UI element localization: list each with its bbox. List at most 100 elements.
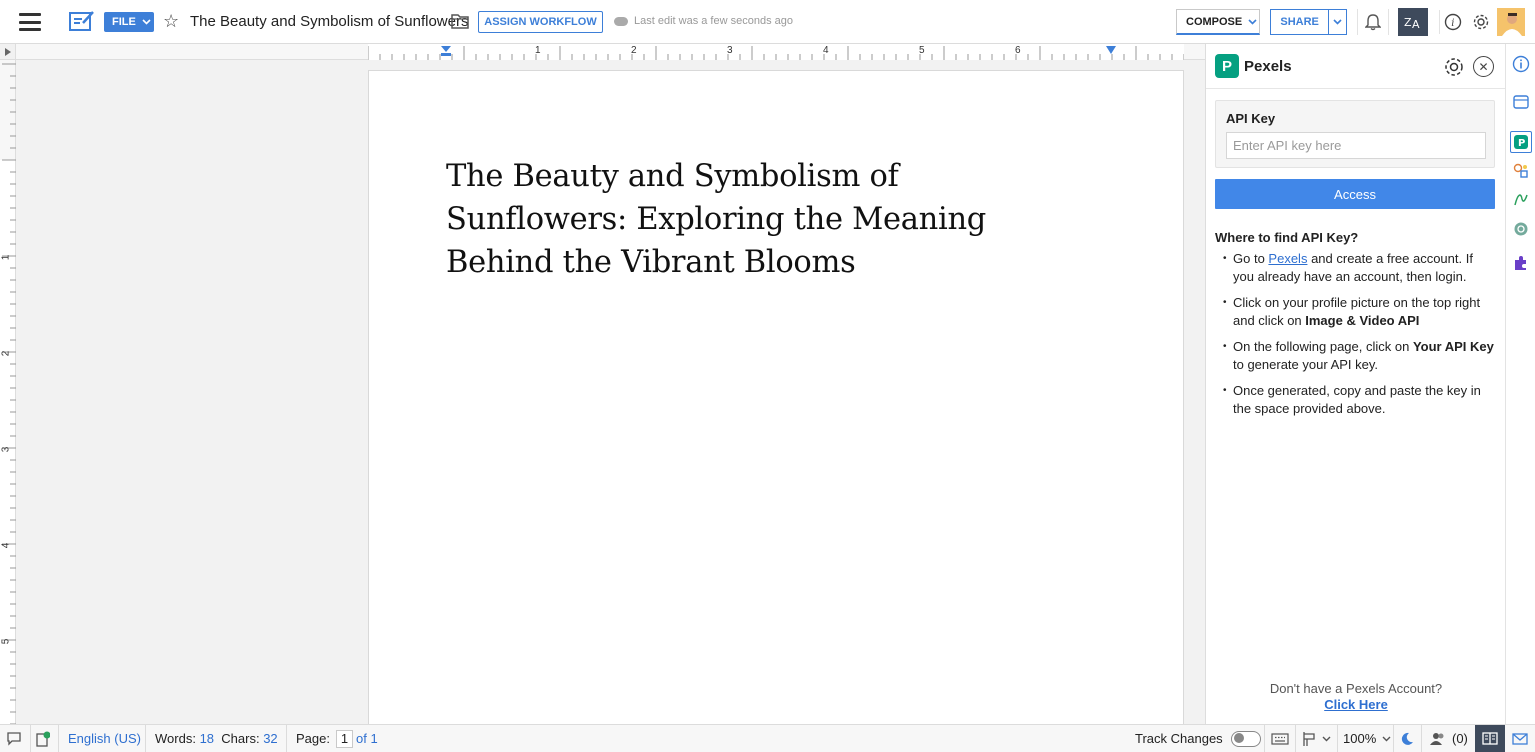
left-indent-marker[interactable] [440, 45, 452, 57]
document-canvas[interactable]: The Beauty and Symbolism of Sunflowers: … [16, 60, 1205, 724]
puzzle-icon[interactable] [1511, 253, 1531, 273]
star-icon[interactable]: ☆ [163, 11, 181, 31]
mail-icon[interactable] [1512, 725, 1528, 752]
language-selector[interactable]: English (US) [68, 725, 141, 752]
step-text: On the following page, click on [1233, 339, 1413, 354]
ruler-label: 6 [1015, 45, 1021, 56]
right-indent-marker[interactable] [1105, 45, 1117, 57]
bell-icon[interactable] [1357, 9, 1389, 35]
ruler-label: 2 [631, 45, 637, 56]
zoom-value: 100% [1343, 731, 1377, 746]
svg-text:P: P [1518, 138, 1525, 149]
pexels-panel: P Pexels ✕ API Key Access Where to find … [1205, 44, 1506, 724]
page-navigator: Page: 1 of 1 [296, 725, 378, 752]
signature-extension-icon[interactable] [1511, 189, 1531, 209]
list-item: On the following page, click on Your API… [1215, 338, 1497, 374]
info-icon[interactable]: i [1439, 10, 1465, 34]
words-value: 18 [199, 731, 215, 746]
page-number-input[interactable]: 1 [335, 729, 353, 748]
pexels-link[interactable]: Pexels [1268, 251, 1307, 266]
list-item: Click on your profile picture on the top… [1215, 294, 1497, 330]
translate-icon[interactable]: ZA [1398, 8, 1428, 36]
avatar[interactable] [1497, 8, 1525, 36]
top-toolbar: FILE ☆ The Beauty and Symbolism of Sunfl… [0, 0, 1535, 44]
toggle-switch[interactable] [1230, 730, 1261, 747]
assign-workflow-button[interactable]: ASSIGN WORKFLOW [478, 11, 603, 33]
page-label: Page: [296, 731, 330, 746]
share-dropdown[interactable] [1329, 19, 1346, 25]
svg-text:A: A [1412, 18, 1420, 30]
pexels-logo-icon: P [1215, 54, 1239, 78]
track-changes-toggle[interactable]: Track Changes [1135, 725, 1261, 752]
share-label[interactable]: SHARE [1271, 10, 1330, 34]
list-item: Go to Pexels and create a free account. … [1215, 250, 1497, 286]
extensions-sidebar: P [1505, 44, 1535, 724]
ruler-label: 2 [0, 350, 12, 357]
words-label: Words: [155, 731, 196, 746]
night-mode-icon[interactable] [1400, 725, 1414, 752]
file-menu-button[interactable]: FILE [104, 12, 154, 32]
read-mode-icon[interactable] [1475, 725, 1505, 752]
no-account-text: Don't have a Pexels Account? [1269, 681, 1443, 696]
chat-icon[interactable] [6, 725, 24, 752]
chevron-down-icon [1322, 736, 1331, 741]
collaborators-count: (0) [1452, 731, 1468, 746]
ruler-corner[interactable] [0, 44, 16, 60]
layout-icon [1303, 731, 1315, 746]
step-bold-text: Image & Video API [1305, 313, 1420, 328]
gear-icon[interactable] [1468, 10, 1494, 34]
writer-logo-icon[interactable] [69, 10, 95, 32]
ruler-active-area [367, 44, 1185, 60]
chevron-down-icon [1248, 18, 1257, 25]
comments-icon[interactable] [1511, 92, 1531, 112]
track-changes-label: Track Changes [1135, 731, 1223, 746]
share-button[interactable]: SHARE [1270, 9, 1347, 35]
folder-icon[interactable] [451, 13, 469, 29]
step-text: Once generated, copy and paste the key i… [1233, 383, 1481, 416]
last-edit-text: Last edit was a few seconds ago [634, 15, 793, 27]
page-layout-menu[interactable] [1302, 725, 1331, 752]
click-here-link[interactable]: Click Here [1206, 697, 1506, 712]
openai-extension-icon[interactable] [1511, 219, 1531, 239]
hamburger-menu-icon[interactable] [18, 13, 42, 31]
instructions-heading: Where to find API Key? [1215, 230, 1359, 245]
keyboard-icon[interactable] [1271, 725, 1289, 752]
access-button[interactable]: Access [1215, 179, 1495, 209]
list-item: Once generated, copy and paste the key i… [1215, 382, 1497, 418]
step-text: Go to [1233, 251, 1269, 266]
shapes-extension-icon[interactable] [1511, 161, 1531, 181]
chevron-down-icon [142, 19, 151, 25]
api-key-input[interactable] [1226, 132, 1486, 159]
pexels-extension-icon[interactable]: P [1510, 131, 1532, 153]
compose-button[interactable]: COMPOSE [1176, 9, 1260, 35]
svg-text:Z: Z [1404, 16, 1412, 29]
ruler-label: 5 [0, 638, 12, 645]
users-icon [1430, 732, 1444, 745]
close-icon[interactable]: ✕ [1473, 56, 1494, 77]
settings-gear-icon[interactable] [1443, 56, 1465, 78]
ruler-label: 4 [823, 45, 829, 56]
info-icon[interactable] [1511, 54, 1531, 74]
vertical-ruler[interactable]: 1 2 3 4 5 [0, 60, 16, 724]
horizontal-ruler[interactable]: 1 2 3 4 5 6 [16, 44, 1205, 60]
doc-check-icon[interactable] [36, 725, 52, 752]
instructions-list: Go to Pexels and create a free account. … [1215, 250, 1497, 426]
api-key-label: API Key [1226, 111, 1276, 126]
step-text: to generate your API key. [1233, 357, 1379, 372]
zoom-selector[interactable]: 100% [1343, 725, 1391, 752]
panel-header: P Pexels ✕ [1206, 44, 1506, 89]
document-heading[interactable]: The Beauty and Symbolism of Sunflowers: … [446, 155, 1086, 284]
page-total: of 1 [355, 731, 378, 746]
document-page[interactable]: The Beauty and Symbolism of Sunflowers: … [368, 70, 1184, 724]
svg-text:i: i [1451, 18, 1454, 29]
ruler-label: 5 [919, 45, 925, 56]
collaborators[interactable]: (0) [1430, 725, 1468, 752]
compose-label: COMPOSE [1186, 15, 1243, 28]
last-edit-status: Last edit was a few seconds ago [614, 15, 793, 27]
cloud-icon [614, 16, 628, 26]
chars-value: 32 [263, 731, 278, 746]
ruler-label: 3 [0, 446, 12, 453]
status-bar: English (US) Words: 18 Chars: 32 Page: 1… [0, 724, 1535, 752]
document-title[interactable]: The Beauty and Symbolism of Sunflowers [190, 13, 468, 30]
chars-label: Chars: [221, 731, 260, 746]
